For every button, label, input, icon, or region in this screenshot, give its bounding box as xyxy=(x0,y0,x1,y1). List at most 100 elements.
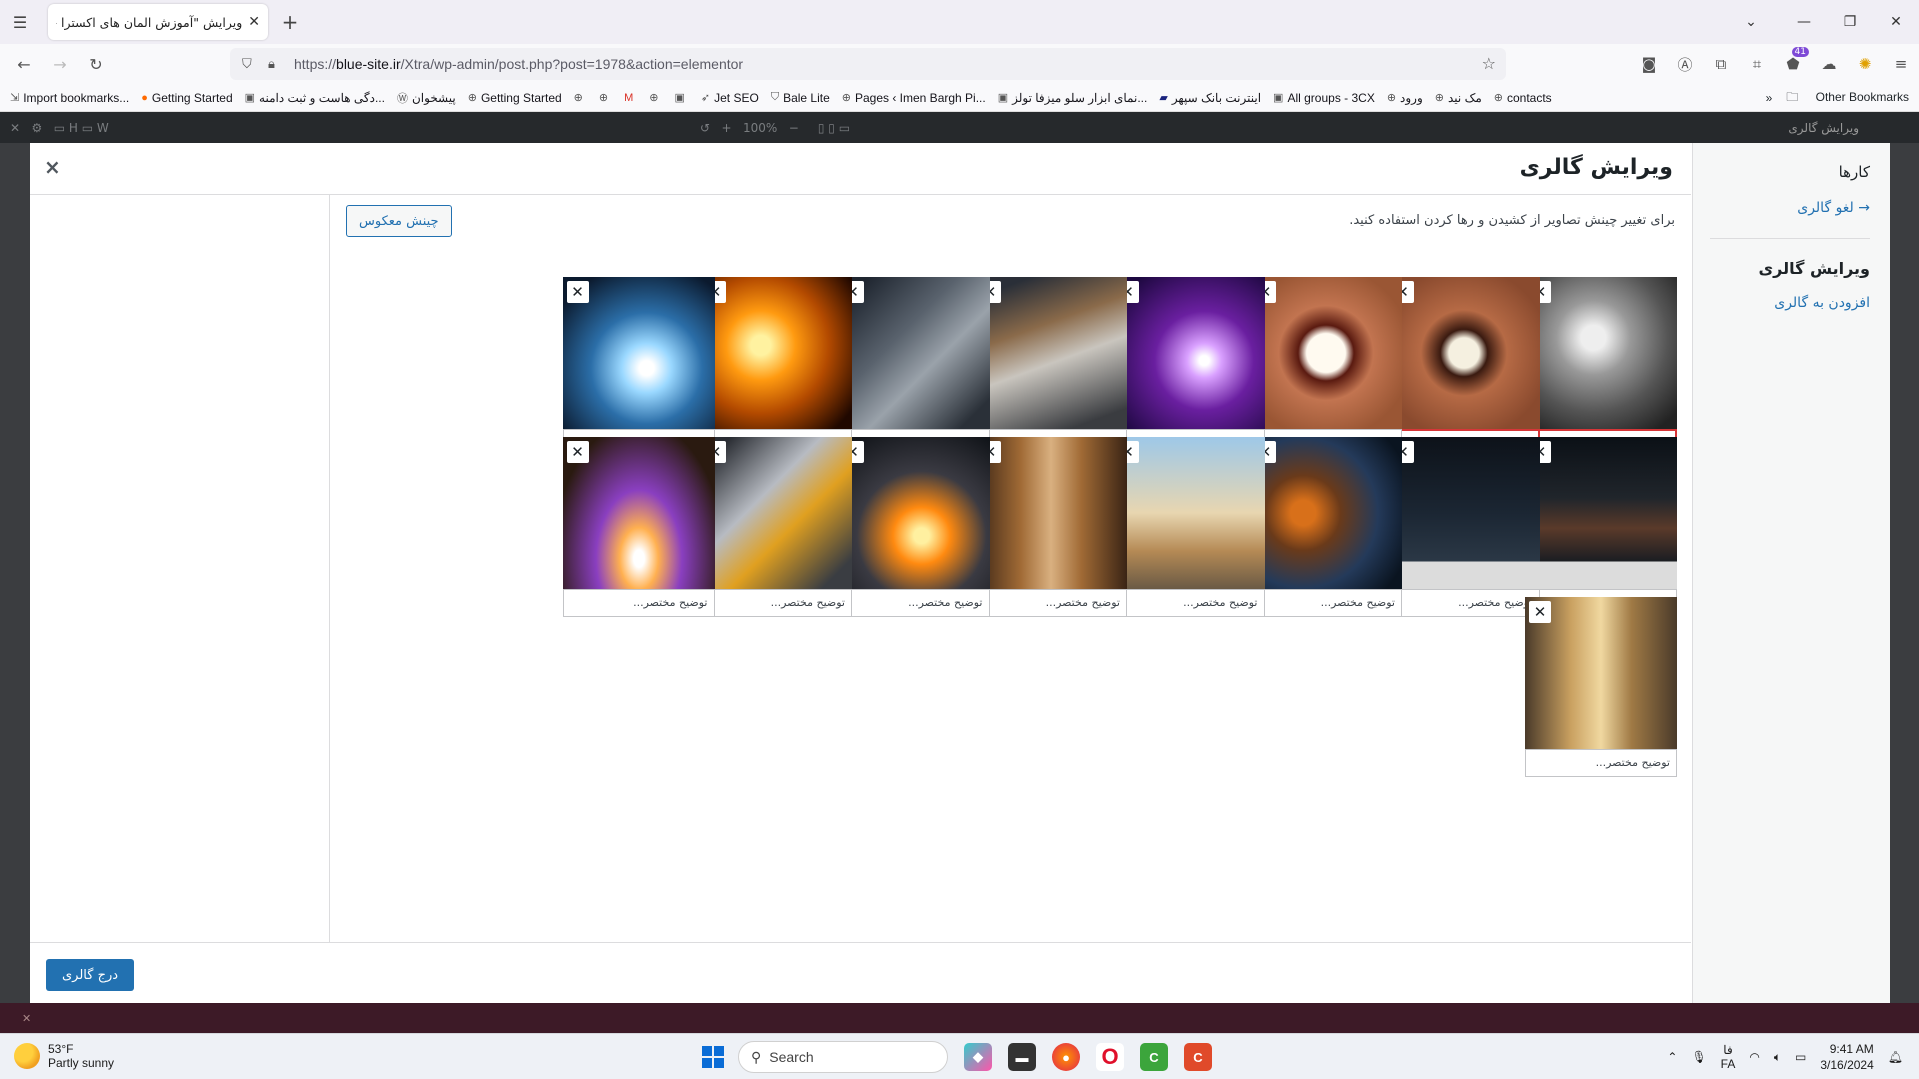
bookmark-item[interactable]: ▣ All groups - 3CX xyxy=(1273,91,1375,105)
gallery-item[interactable]: ✕توضیح مختصر... xyxy=(1250,277,1402,457)
bookmark-item[interactable]: Ⓦ پیشخوان xyxy=(397,90,456,106)
bookmark-item[interactable]: ⊕ ورود xyxy=(1387,91,1423,105)
remove-image-icon[interactable]: ✕ xyxy=(566,281,589,303)
gallery-item[interactable]: ✕توضیح مختصر... xyxy=(837,277,990,457)
bookmark-item[interactable]: ▣ xyxy=(675,91,689,104)
gallery-item[interactable]: ✕توضیح مختصر... xyxy=(1525,437,1677,617)
modal-close-button[interactable]: × xyxy=(44,155,61,179)
bookmark-item[interactable]: ⊕ xyxy=(599,91,612,104)
windows-start-icon[interactable] xyxy=(702,1046,724,1068)
firefox-icon[interactable]: ● xyxy=(1052,1043,1080,1071)
chevron-down-icon[interactable]: ⌄ xyxy=(1721,14,1781,30)
bookmark-item[interactable]: ⊕ Pages ‹ Imen Bargh Pi... xyxy=(842,91,986,105)
pocket-icon[interactable]: ◙ xyxy=(1631,55,1667,73)
notification-icon[interactable]: 🔔︎ xyxy=(1888,1050,1903,1064)
shield-icon[interactable]: ⛉ xyxy=(242,57,268,72)
bookmark-item[interactable]: ● Getting Started xyxy=(141,91,232,105)
gallery-item[interactable]: ✕توضیح مختصر... xyxy=(1387,277,1540,457)
gallery-item[interactable]: ✕توضیح مختصر... xyxy=(975,437,1127,617)
gallery-item[interactable]: ✕توضیح مختصر... xyxy=(700,277,852,457)
caption-input[interactable]: توضیح مختصر... xyxy=(700,589,852,617)
back-icon[interactable]: ← xyxy=(6,55,42,74)
gmail-icon: M xyxy=(624,91,634,104)
insert-gallery-button[interactable]: درج گالری xyxy=(46,959,135,991)
lock-icon[interactable]: 🔒︎ xyxy=(268,57,294,72)
gallery-item[interactable]: ✕توضیح مختصر... xyxy=(562,277,715,457)
bookmark-item[interactable]: ➶ Jet SEO xyxy=(701,91,759,105)
url-bar[interactable]: ⛉ 🔒︎ https://blue-site.ir/Xtra/wp-admin/… xyxy=(230,48,1506,80)
camtasia-icon[interactable]: C xyxy=(1140,1043,1168,1071)
extensions-icon[interactable]: ⧉ xyxy=(1703,55,1739,73)
editor-left-overlay xyxy=(0,143,30,1003)
wifi-icon[interactable]: ◠ xyxy=(1749,1050,1759,1064)
remove-image-icon[interactable]: ✕ xyxy=(566,441,589,463)
gallery-item[interactable]: ✕توضیح مختصر... xyxy=(975,277,1127,457)
volume-icon[interactable]: 🔈︎ xyxy=(1774,1050,1781,1065)
caption-input[interactable]: توضیح مختصر... xyxy=(1387,589,1540,617)
remove-image-icon[interactable]: ✕ xyxy=(1529,601,1551,623)
opera-icon[interactable]: O xyxy=(1096,1043,1124,1071)
microphone-icon[interactable]: 🎙︎ xyxy=(1691,1050,1706,1064)
bookmarks-overflow-icon[interactable]: » xyxy=(1766,91,1773,105)
language-indicator[interactable]: فا FA xyxy=(1721,1043,1736,1071)
reverse-order-button[interactable]: چینش معکوس xyxy=(346,205,452,237)
window-close-icon[interactable]: ✕ xyxy=(1873,14,1919,30)
new-tab-icon[interactable]: + xyxy=(274,10,306,34)
bookmark-item[interactable]: ⊕ مک نید xyxy=(1435,91,1482,105)
gallery-item[interactable]: ✕توضیح مختصر... xyxy=(1112,277,1265,457)
battery-icon[interactable]: ▭ xyxy=(1795,1050,1806,1064)
caption-input[interactable]: توضیح مختصر... xyxy=(975,589,1127,617)
caption-input[interactable]: توضیح مختصر... xyxy=(562,589,715,617)
bookmark-star-icon[interactable]: ☆ xyxy=(1482,54,1496,73)
minimize-icon[interactable]: — xyxy=(1781,14,1827,30)
bookmark-item[interactable]: ⊕ xyxy=(574,91,587,104)
bookmark-item[interactable]: ▣ نمای ابزار سلو میزفا تولز... xyxy=(998,91,1148,105)
gallery-item[interactable]: ✕توضیح مختصر... xyxy=(1387,437,1540,617)
tray-overflow-icon[interactable]: ⌃ xyxy=(1667,1050,1677,1064)
other-bookmarks[interactable]: 🗀︎ Other Bookmarks xyxy=(1786,88,1909,109)
caption-input[interactable]: توضیح مختصر... xyxy=(1112,589,1265,617)
gallery-item[interactable]: ✕توضیح مختصر... xyxy=(837,437,990,617)
account-icon[interactable]: Ⓐ xyxy=(1667,54,1703,75)
bookmark-item[interactable]: ⊕ xyxy=(649,91,662,104)
cloud-icon[interactable]: ☁ xyxy=(1811,55,1847,73)
bookmark-item[interactable]: ▣ دگی هاست و ثبت دامنه... xyxy=(245,91,385,105)
bottom-close-icon[interactable]: ✕ xyxy=(22,1012,31,1025)
bookmark-item[interactable]: ⊕ Getting Started xyxy=(468,91,562,105)
taskbar-search[interactable]: ⚲ Search xyxy=(738,1041,948,1073)
gear-extension-icon[interactable]: ✺ xyxy=(1847,55,1883,73)
bookmark-item[interactable]: ⇲ Import bookmarks... xyxy=(10,91,129,105)
gallery-item[interactable]: ✕توضیح مختصر... xyxy=(1112,437,1265,617)
globe-icon: ⊕ xyxy=(598,92,609,104)
clock[interactable]: 9:41 AM 3/16/2024 xyxy=(1820,1041,1873,1073)
reload-icon[interactable]: ↻ xyxy=(78,55,114,74)
firefox-icon: ● xyxy=(141,91,148,104)
gallery-item[interactable]: ✕ توضیح مختصر... xyxy=(562,437,715,617)
add-to-gallery-link[interactable]: افزودن به گالری xyxy=(1774,295,1870,311)
restore-icon[interactable]: ❐ xyxy=(1827,14,1873,30)
cancel-gallery-link[interactable]: → لغو گالری xyxy=(1797,200,1870,216)
copilot-icon[interactable]: ◆ xyxy=(964,1043,992,1071)
bookmark-item[interactable]: ▰ اینترنت بانک سپهر xyxy=(1159,91,1261,105)
close-editor-icon[interactable]: ✕ ⚙ ▭ H ▭ W xyxy=(10,121,109,135)
gallery-item[interactable]: ✕توضیح مختصر... xyxy=(700,437,852,617)
browser-tab[interactable]: ✕ ویرایش "آموزش المان های اکسترا – xyxy=(48,4,268,40)
bookmark-item[interactable]: ⛉ Bale Lite xyxy=(771,91,830,105)
crop-icon[interactable]: ⌗ xyxy=(1739,55,1775,73)
bookmark-item[interactable]: M xyxy=(624,92,637,104)
weather-widget[interactable]: 53°F Partly sunny xyxy=(14,1042,114,1070)
gallery-item[interactable]: ✕توضیح مختصر... xyxy=(1250,437,1402,617)
gallery-item[interactable]: ✕ توضیح مختصر... xyxy=(1525,597,1677,777)
caption-input[interactable]: توضیح مختصر... xyxy=(1250,589,1402,617)
file-explorer-icon[interactable]: ▬ xyxy=(1008,1043,1036,1071)
gallery-item[interactable]: ✕توضیح مختصر... xyxy=(1525,277,1677,457)
caption-input[interactable]: توضیح مختصر... xyxy=(837,589,990,617)
menu-icon[interactable]: ≡ xyxy=(1883,55,1919,73)
tab-list-icon[interactable]: ☰ xyxy=(0,0,40,44)
bookmark-item[interactable]: ⊕ contacts xyxy=(1494,91,1552,105)
camtasia-recorder-icon[interactable]: C xyxy=(1184,1043,1212,1071)
tab-close-icon[interactable]: ✕ xyxy=(248,14,260,30)
caption-input[interactable]: توضیح مختصر... xyxy=(1525,749,1677,777)
extension-badge-icon[interactable]: ⬟ 41 xyxy=(1775,47,1811,73)
forward-icon[interactable]: → xyxy=(42,55,78,74)
